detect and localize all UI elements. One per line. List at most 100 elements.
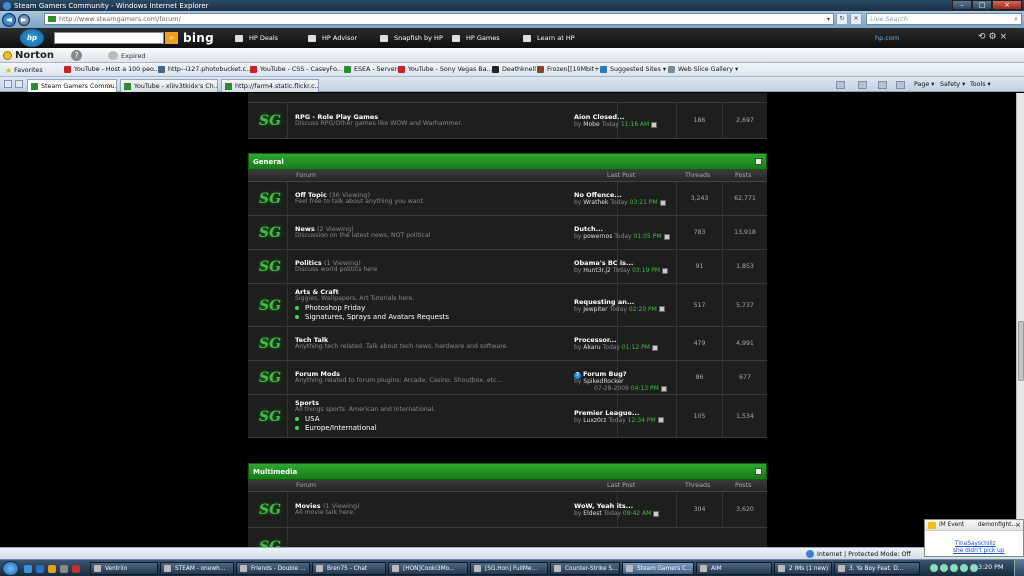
favorite-link[interactable]: http--i127.photobucket.c... [158, 66, 252, 73]
feeds-command[interactable] [858, 81, 869, 89]
clock[interactable]: 3:20 PM [978, 564, 1003, 571]
favorites-button[interactable]: ★ Favorites [5, 66, 43, 75]
forum-row[interactable]: SG Tech Talk Anything tech related. Talk a… [248, 327, 767, 361]
start-button[interactable] [2, 561, 19, 576]
last-post-user-link[interactable]: Jewpiter [583, 306, 607, 313]
go-to-post-icon[interactable] [663, 233, 670, 240]
favorite-link[interactable]: Suggested Sites ▾ [600, 66, 666, 73]
last-post-user-link[interactable]: Luxz0rz [583, 417, 606, 424]
forward-button[interactable]: ► [18, 13, 30, 26]
page-scrollbar[interactable] [1016, 93, 1024, 547]
favorite-link[interactable]: Frozen[[10Mbit+ [537, 66, 600, 73]
go-to-post-icon[interactable] [651, 344, 658, 351]
last-post-title-link[interactable]: Premier League... [574, 409, 639, 417]
norton-logo[interactable]: Norton [15, 50, 54, 61]
tab-close-icon[interactable]: × [107, 82, 113, 90]
hp-link-snapfish-by-hp[interactable]: Snapfish by HP [380, 34, 443, 42]
print-command[interactable] [896, 81, 907, 89]
im-notification-popup[interactable]: IM Event demonfight... × TinaSayschillz … [924, 519, 1024, 557]
tray-icon[interactable] [930, 564, 938, 572]
last-post-title-link[interactable]: Aion Closed... [574, 113, 624, 121]
forum-row[interactable]: SG Arts & Craft Siggies, Wallpapers, Art T… [248, 284, 767, 327]
quicklaunch-icon[interactable] [60, 565, 68, 573]
browser-tab[interactable]: http://farm4.static.flickr.c... [221, 79, 319, 92]
taskbar-button[interactable]: 2 IMs (1 new) [774, 562, 832, 575]
minimize-button[interactable]: – [952, 0, 972, 10]
collapse-icon[interactable] [755, 468, 762, 475]
tray-icon[interactable] [940, 564, 948, 572]
taskbar-button[interactable]: AIM [696, 562, 772, 575]
refresh-icon[interactable]: ↻ [836, 13, 848, 25]
taskbar-button[interactable]: Bren75 - Chat [312, 562, 386, 575]
folder-quicklaunch-icon[interactable] [48, 565, 56, 573]
tab-list-icon[interactable] [15, 80, 23, 88]
hp-site-link[interactable]: hp.com [875, 34, 899, 42]
quicklaunch-icon[interactable] [72, 565, 80, 573]
bing-logo[interactable]: bing [183, 31, 214, 45]
forum-row[interactable]: SG News (2 Viewing) Discussion on the late… [248, 216, 767, 250]
go-to-post-icon[interactable] [659, 199, 666, 206]
hp-link-hp-games[interactable]: HP Games [452, 34, 500, 42]
last-post-title-link[interactable]: Processor... [574, 336, 617, 344]
category-header[interactable]: Multimedia [248, 463, 767, 480]
window-title-bar[interactable]: Steam Gamers Community - Windows Interne… [0, 0, 1024, 11]
subforum-link[interactable]: Photoshop Friday [295, 304, 365, 312]
hp-link-learn-at-hp[interactable]: Learn at HP [523, 34, 575, 42]
security-zone[interactable]: Internet | Protected Mode: Off [806, 550, 911, 558]
command-page[interactable]: Page ▾ [914, 81, 934, 88]
taskbar-button[interactable]: Counter-Strike S... [550, 562, 620, 575]
subforum-link[interactable]: USA [295, 415, 320, 423]
stop-icon[interactable]: × [850, 13, 862, 25]
hp-link-hp-advisor[interactable]: HP Advisor [308, 34, 357, 42]
forum-row[interactable]: SG Forum Mods Anything related to forum pl… [248, 361, 767, 395]
im-close-icon[interactable]: × [1015, 521, 1021, 529]
search-input[interactable]: Live Search ⌕ [866, 13, 1022, 25]
tray-icon[interactable] [970, 564, 978, 572]
last-post-user-link[interactable]: Akaru [583, 344, 600, 351]
address-dropdown-icon[interactable]: ▾ [827, 16, 830, 23]
last-post-user-link[interactable]: Mobe [583, 121, 599, 128]
last-post-title-link[interactable]: Obama's BC is... [574, 259, 633, 267]
favorite-link[interactable]: YouTube - Host a 100 peo... [64, 66, 160, 73]
tray-icon[interactable] [950, 564, 958, 572]
go-to-post-icon[interactable] [660, 385, 667, 392]
go-to-post-icon[interactable] [662, 267, 669, 274]
quick-tabs-icon[interactable] [4, 80, 12, 88]
go-to-post-icon[interactable] [651, 121, 658, 128]
last-post-user-link[interactable]: SpikedRocker [583, 378, 623, 385]
bing-search-button[interactable]: ⌕ [165, 32, 178, 44]
hp-close-icon[interactable]: × [1000, 32, 1008, 42]
collapse-icon[interactable] [755, 158, 762, 165]
taskbar-button[interactable]: 3. Ya Boy Feat. D... [834, 562, 920, 575]
bing-search-input[interactable] [54, 32, 164, 44]
show-desktop-button[interactable] [1014, 560, 1024, 576]
tray-icon[interactable] [960, 564, 968, 572]
favorite-link[interactable]: YouTube - Sony Vegas Ba... [398, 66, 492, 73]
show-desktop-icon[interactable] [24, 565, 32, 573]
last-post-title-link[interactable]: No Offence... [574, 191, 622, 199]
back-button[interactable]: ◄ [2, 12, 16, 27]
hp-logo[interactable]: hp [20, 29, 44, 47]
im-link-name[interactable]: TinaSayschillz [955, 541, 996, 547]
taskbar-button[interactable]: Steam Gamers C... [622, 562, 694, 575]
address-bar[interactable]: http://www.steamgamers.com/forum/ ▾ [44, 13, 834, 25]
taskbar-button[interactable]: STEAM - onewh... [160, 562, 234, 575]
forum-row[interactable]: SG Movies (1 Viewing) All movie talk here.… [248, 492, 767, 528]
home-command[interactable] [836, 81, 847, 89]
mail-command[interactable] [878, 81, 889, 89]
ie-quicklaunch-icon[interactable] [36, 565, 44, 573]
last-post-user-link[interactable]: powernos [583, 233, 612, 240]
favorite-link[interactable]: Web Slice Gallery ▾ [668, 66, 738, 73]
last-post-user-link[interactable]: Hunt3r.j2 [583, 267, 611, 274]
close-button[interactable]: × [992, 0, 1022, 10]
favorite-link[interactable]: ESEA - Servers [344, 66, 400, 73]
norton-status[interactable]: Expired [108, 51, 146, 60]
taskbar-button[interactable]: Ventrilo [90, 562, 158, 575]
hp-refresh-icon[interactable]: ⟲ [978, 32, 986, 42]
im-link-message[interactable]: she didn't pick up [953, 548, 1005, 554]
category-header[interactable]: General [248, 153, 767, 170]
subforum-link[interactable]: Signatures, Sprays and Avatars Requests [295, 313, 449, 321]
forum-row[interactable]: SG Off Topic (36 Viewing) Feel free to tal… [248, 182, 767, 216]
browser-tab[interactable]: Steam Gamers Commu... × [27, 79, 117, 92]
subforum-link[interactable]: Europe/International [295, 424, 377, 432]
